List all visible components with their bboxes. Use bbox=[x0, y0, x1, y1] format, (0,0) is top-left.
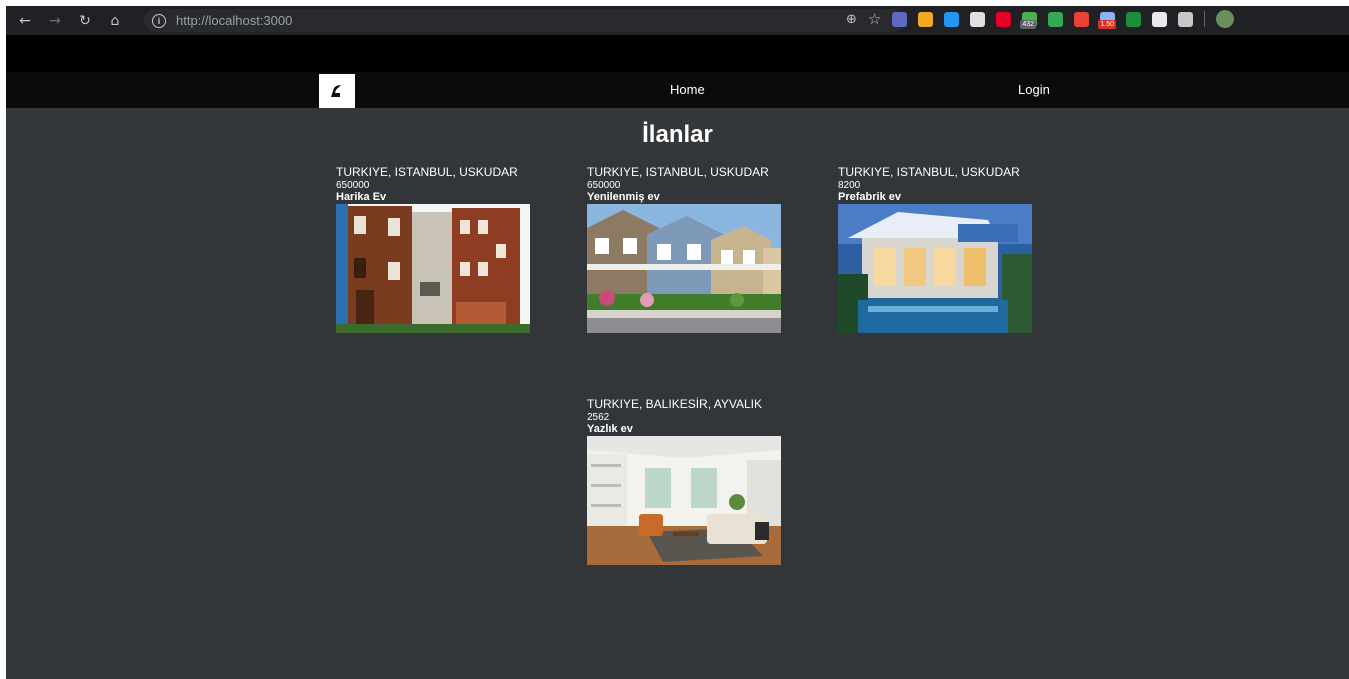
wooden-houses-photo[interactable] bbox=[336, 204, 530, 333]
counter-extension-icon[interactable]: 432 bbox=[1020, 11, 1038, 29]
info-icon[interactable]: i bbox=[152, 13, 166, 28]
listing-card[interactable]: TURKIYE, ISTANBUL, USKUDAR 650000 Harika… bbox=[336, 165, 530, 333]
listing-title: Yenilenmiş ev bbox=[587, 191, 660, 203]
browser-window: ← → ↻ ⌂ i http://localhost:3000 ⊕ ☆ 432 1… bbox=[6, 6, 1349, 679]
address-bar[interactable]: i http://localhost:3000 bbox=[144, 9, 904, 32]
forward-arrow-icon[interactable]: → bbox=[44, 10, 66, 32]
back-arrow-icon[interactable]: ← bbox=[14, 10, 36, 32]
reload-icon[interactable]: ↻ bbox=[74, 10, 96, 32]
browser-toolbar: ← → ↻ ⌂ i http://localhost:3000 ⊕ ☆ 432 1… bbox=[6, 6, 1349, 35]
nav-home-link[interactable]: Home bbox=[670, 82, 705, 97]
ia-extension-icon[interactable] bbox=[892, 11, 908, 27]
glasses-extension-icon[interactable] bbox=[1074, 11, 1090, 27]
listing-price: 2562 bbox=[587, 412, 610, 423]
listing-price: 650000 bbox=[336, 180, 370, 191]
app-header: Home Login bbox=[6, 72, 1349, 108]
zoom-icon[interactable]: ⊕ bbox=[846, 12, 857, 27]
home-icon[interactable]: ⌂ bbox=[104, 10, 126, 32]
listing-location: TURKIYE, ISTANBUL, USKUDAR bbox=[587, 165, 769, 179]
brand-logo[interactable] bbox=[319, 74, 355, 108]
listing-card[interactable]: TURKIYE, BALIKESİR, AYVALIK 2562 Yazlık … bbox=[587, 397, 781, 565]
download-extension-icon[interactable] bbox=[1126, 11, 1142, 27]
listing-card[interactable]: TURKIYE, ISTANBUL, USKUDAR 8200 Prefabri… bbox=[838, 165, 1032, 333]
puzzle-icon[interactable] bbox=[1178, 11, 1194, 27]
profile-avatar[interactable] bbox=[1216, 10, 1235, 28]
extension-badge: 432 bbox=[1020, 19, 1037, 29]
orange-extension-icon[interactable] bbox=[918, 11, 934, 27]
living-room-photo[interactable] bbox=[587, 436, 781, 565]
listing-location: TURKIYE, ISTANBUL, USKUDAR bbox=[336, 165, 518, 179]
shield-extension-icon[interactable] bbox=[1048, 11, 1064, 27]
listing-title: Prefabrik ev bbox=[838, 191, 901, 203]
listing-price: 8200 bbox=[838, 180, 861, 191]
page-extension-icon[interactable] bbox=[1152, 11, 1168, 27]
extensions-bar: ⊕ ☆ 432 1.50 bbox=[846, 10, 1235, 29]
listing-card[interactable]: TURKIYE, ISTANBUL, USKUDAR 650000 Yenile… bbox=[587, 165, 781, 333]
suburban-houses-photo[interactable] bbox=[587, 204, 781, 333]
listing-price: 650000 bbox=[587, 180, 621, 191]
page-title: İlanlar bbox=[642, 121, 713, 148]
bookmark-star-icon[interactable]: ☆ bbox=[868, 10, 881, 28]
toolbar-divider bbox=[1204, 11, 1206, 27]
listing-location: TURKIYE, ISTANBUL, USKUDAR bbox=[838, 165, 1020, 179]
nav-login-link[interactable]: Login bbox=[1018, 82, 1050, 97]
listing-title: Yazlık ev bbox=[587, 423, 633, 435]
pinterest-icon[interactable] bbox=[996, 11, 1012, 27]
extension-badge: 1.50 bbox=[1098, 19, 1116, 29]
url-text: http://localhost:3000 bbox=[176, 13, 293, 28]
timer-extension-icon[interactable]: 1.50 bbox=[1098, 11, 1116, 29]
listing-title: Harika Ev bbox=[336, 191, 387, 203]
modern-villa-photo[interactable] bbox=[838, 204, 1032, 333]
speedometer-extension-icon[interactable] bbox=[970, 11, 986, 27]
listing-location: TURKIYE, BALIKESİR, AYVALIK bbox=[587, 397, 762, 411]
blue-extension-icon[interactable] bbox=[944, 11, 960, 27]
logo-icon bbox=[331, 85, 341, 97]
black-strip bbox=[6, 35, 1349, 72]
